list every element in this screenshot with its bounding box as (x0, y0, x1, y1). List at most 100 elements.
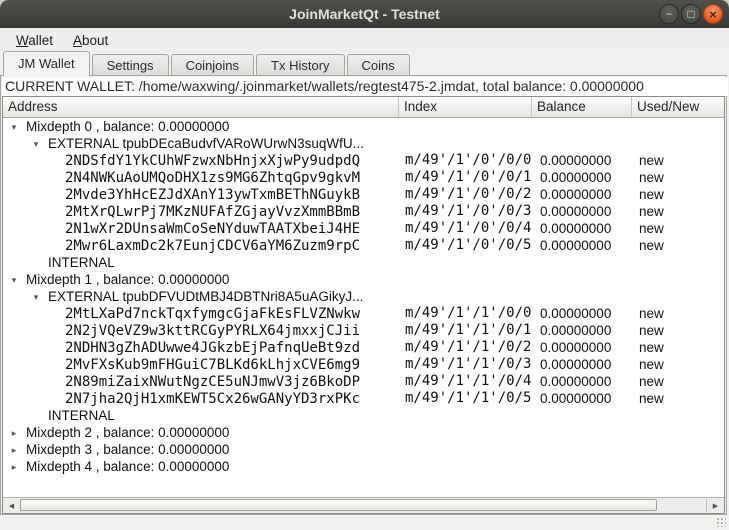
tab-coinjoins[interactable]: Coinjoins (171, 54, 254, 76)
maximize-button[interactable]: □ (681, 4, 701, 24)
empty-cell (399, 135, 532, 152)
empty-cell (532, 458, 632, 475)
address-text: 2Mvde3YhHcEZJdXAnY13ywTxmBEThNGuykB (3, 187, 360, 203)
table-header: AddressIndexBalanceUsed/New (3, 97, 724, 118)
address-row[interactable]: 2MtXrQLwrPj7MKzNUFAfZGjayVvzXmmBBmBm/49'… (3, 203, 724, 220)
column-header-address[interactable]: Address (3, 97, 399, 117)
tree-branch-row[interactable]: ▾EXTERNAL tpubDFVUDtMBJ4DBTNri8A5uAGikyJ… (3, 288, 724, 305)
used-new-cell: new (632, 237, 724, 254)
horizontal-scrollbar[interactable]: ◀ ▶ (3, 497, 724, 513)
expander-collapsed-icon[interactable]: ▸ (7, 425, 21, 441)
branch-label: Mixdepth 2 , balance: 0.00000000 (26, 425, 229, 440)
address-row[interactable]: 2NDSfdY1YkCUhWFzwxNbHnjxXjwPy9udpdQm/49'… (3, 152, 724, 169)
empty-cell (399, 271, 532, 288)
empty-cell (632, 118, 724, 135)
used-new-cell: new (632, 152, 724, 169)
wallet-tree-table: AddressIndexBalanceUsed/New ▾ Mixdepth 0 … (2, 96, 725, 514)
column-header-index[interactable]: Index (399, 97, 532, 117)
address-cell: 2Mvde3YhHcEZJdXAnY13ywTxmBEThNGuykB (3, 186, 399, 203)
balance-cell: 0.00000000 (532, 220, 632, 237)
tree-branch-row[interactable]: ▾ EXTERNAL tpubDEcaBudvfVARoWUrwN3suqWfU.… (3, 135, 724, 152)
branch-label-cell: ▾ EXTERNAL tpubDEcaBudvfVARoWUrwN3suqWfU.… (3, 135, 399, 152)
scroll-right-icon: ▶ (713, 502, 718, 510)
address-row[interactable]: 2N2jVQeVZ9w3kttRCGyPYRLX64jmxxjCJiim/49'… (3, 322, 724, 339)
address-row[interactable]: 2N89miZaixNWutNgzCE5uNJmwV3jz6BkoDP m/49'… (3, 373, 724, 390)
close-button[interactable]: × (703, 4, 723, 24)
index-cell: m/49'/1'/1'/0/3 (399, 356, 532, 373)
address-row[interactable]: 2N1wXr2DUnsaWmCoSeNYduwTAATXbeiJ4HE m/49'… (3, 220, 724, 237)
address-row[interactable]: 2Mvde3YhHcEZJdXAnY13ywTxmBEThNGuykBm/49'… (3, 186, 724, 203)
index-cell: m/49'/1'/1'/0/5 (399, 390, 532, 407)
address-row[interactable]: 2NDHN3gZhADUwwe4JGkzbEjPafnqUeBt9zdm/49'… (3, 339, 724, 356)
address-row[interactable]: 2N4NWKuAoUMQoDHX1zs9MG6ZhtqGpv9gkvMm/49'… (3, 169, 724, 186)
tab-content-pane: CURRENT WALLET: /home/waxwing/.joinmarke… (0, 75, 727, 515)
minimize-icon: − (665, 8, 672, 20)
address-row[interactable]: 2MvFXsKub9mFHGuiC7BLKd6kLhjxCVE6mg9 m/49'… (3, 356, 724, 373)
balance-cell: 0.00000000 (532, 237, 632, 254)
address-cell: 2MtLXaPd7nckTqxfymgcGjaFkEsFLVZNwkw (3, 305, 399, 322)
address-text: 2MvFXsKub9mFHGuiC7BLKd6kLhjxCVE6mg9 (3, 357, 360, 373)
branch-label: Mixdepth 3 , balance: 0.00000000 (26, 442, 229, 457)
tab-settings[interactable]: Settings (92, 54, 169, 76)
tab-jm-wallet[interactable]: JM Wallet (3, 51, 90, 76)
balance-cell: 0.00000000 (532, 339, 632, 356)
balance-cell: 0.00000000 (532, 305, 632, 322)
branch-label: Mixdepth 0 , balance: 0.00000000 (26, 119, 229, 134)
tree-branch-row[interactable]: INTERNAL (3, 254, 724, 271)
address-row[interactable]: 2N7jha2QjH1xmKEWT5Cx26wGANyYD3rxPKcm/49'… (3, 390, 724, 407)
scroll-right-button[interactable]: ▶ (706, 499, 724, 512)
address-cell: 2N89miZaixNWutNgzCE5uNJmwV3jz6BkoDP (3, 373, 399, 390)
resize-grip-icon[interactable] (715, 516, 726, 527)
used-new-cell: new (632, 203, 724, 220)
tree-branch-row[interactable]: ▸ Mixdepth 2 , balance: 0.00000000 (3, 424, 724, 441)
empty-cell (532, 441, 632, 458)
balance-cell: 0.00000000 (532, 203, 632, 220)
used-new-cell: new (632, 373, 724, 390)
empty-cell (532, 424, 632, 441)
address-text: 2MtLXaPd7nckTqxfymgcGjaFkEsFLVZNwkw (3, 306, 360, 322)
menu-wallet[interactable]: Wallet (6, 30, 63, 51)
window-controls: −□× (659, 4, 723, 24)
scrollbar-thumb[interactable] (20, 499, 657, 511)
tree-branch-row[interactable]: INTERNAL (3, 407, 724, 424)
tree-branch-row[interactable]: ▸Mixdepth 4 , balance: 0.00000000 (3, 458, 724, 475)
tree-branch-row[interactable]: ▾Mixdepth 1 , balance: 0.00000000 (3, 271, 724, 288)
column-header-balance[interactable]: Balance (532, 97, 632, 117)
empty-cell (399, 441, 532, 458)
branch-label: EXTERNAL tpubDEcaBudvfVARoWUrwN3suqWfU..… (48, 136, 364, 151)
expander-open-icon[interactable]: ▾ (29, 136, 43, 152)
title-bar[interactable]: JoinMarketQt - Testnet −□× (0, 0, 729, 29)
tree-branch-row[interactable]: ▾ Mixdepth 0 , balance: 0.00000000 (3, 118, 724, 135)
empty-cell (399, 118, 532, 135)
expander-collapsed-icon[interactable]: ▸ (7, 459, 21, 475)
scroll-left-button[interactable]: ◀ (3, 499, 21, 512)
tab-coins[interactable]: Coins (347, 54, 410, 76)
menu-about[interactable]: About (63, 30, 118, 51)
address-row[interactable]: 2Mwr6LaxmDc2k7EunjCDCV6aYM6Zuzm9rpCm/49'… (3, 237, 724, 254)
address-cell: 2N1wXr2DUnsaWmCoSeNYduwTAATXbeiJ4HE (3, 220, 399, 237)
address-text: 2N2jVQeVZ9w3kttRCGyPYRLX64jmxxjCJii (3, 323, 360, 339)
minimize-button[interactable]: − (659, 4, 679, 24)
empty-cell (632, 135, 724, 152)
address-row[interactable]: 2MtLXaPd7nckTqxfymgcGjaFkEsFLVZNwkwm/49'… (3, 305, 724, 322)
index-cell: m/49'/1'/1'/0/4 (399, 373, 532, 390)
index-cell: m/49'/1'/0'/0/4 (399, 220, 532, 237)
expander-open-icon[interactable]: ▾ (29, 289, 43, 305)
used-new-cell: new (632, 339, 724, 356)
empty-cell (532, 135, 632, 152)
tab-tx-history[interactable]: Tx History (256, 54, 345, 76)
tree-branch-row[interactable]: ▸ Mixdepth 3 , balance: 0.00000000 (3, 441, 724, 458)
expander-collapsed-icon[interactable]: ▸ (7, 442, 21, 458)
expander-open-icon[interactable]: ▾ (7, 119, 21, 135)
balance-cell: 0.00000000 (532, 356, 632, 373)
address-text: 2N1wXr2DUnsaWmCoSeNYduwTAATXbeiJ4HE (3, 221, 360, 237)
address-cell: 2Mwr6LaxmDc2k7EunjCDCV6aYM6Zuzm9rpC (3, 237, 399, 254)
address-text: 2NDHN3gZhADUwwe4JGkzbEjPafnqUeBt9zd (3, 340, 360, 356)
empty-cell (532, 254, 632, 271)
address-text: 2Mwr6LaxmDc2k7EunjCDCV6aYM6Zuzm9rpC (3, 238, 360, 254)
branch-label-cell: ▸Mixdepth 4 , balance: 0.00000000 (3, 458, 399, 475)
column-header-used-new[interactable]: Used/New (632, 97, 724, 117)
expander-open-icon[interactable]: ▾ (7, 272, 21, 288)
branch-label-cell: ▸ Mixdepth 2 , balance: 0.00000000 (3, 424, 399, 441)
address-text: 2N89miZaixNWutNgzCE5uNJmwV3jz6BkoDP (3, 374, 360, 390)
